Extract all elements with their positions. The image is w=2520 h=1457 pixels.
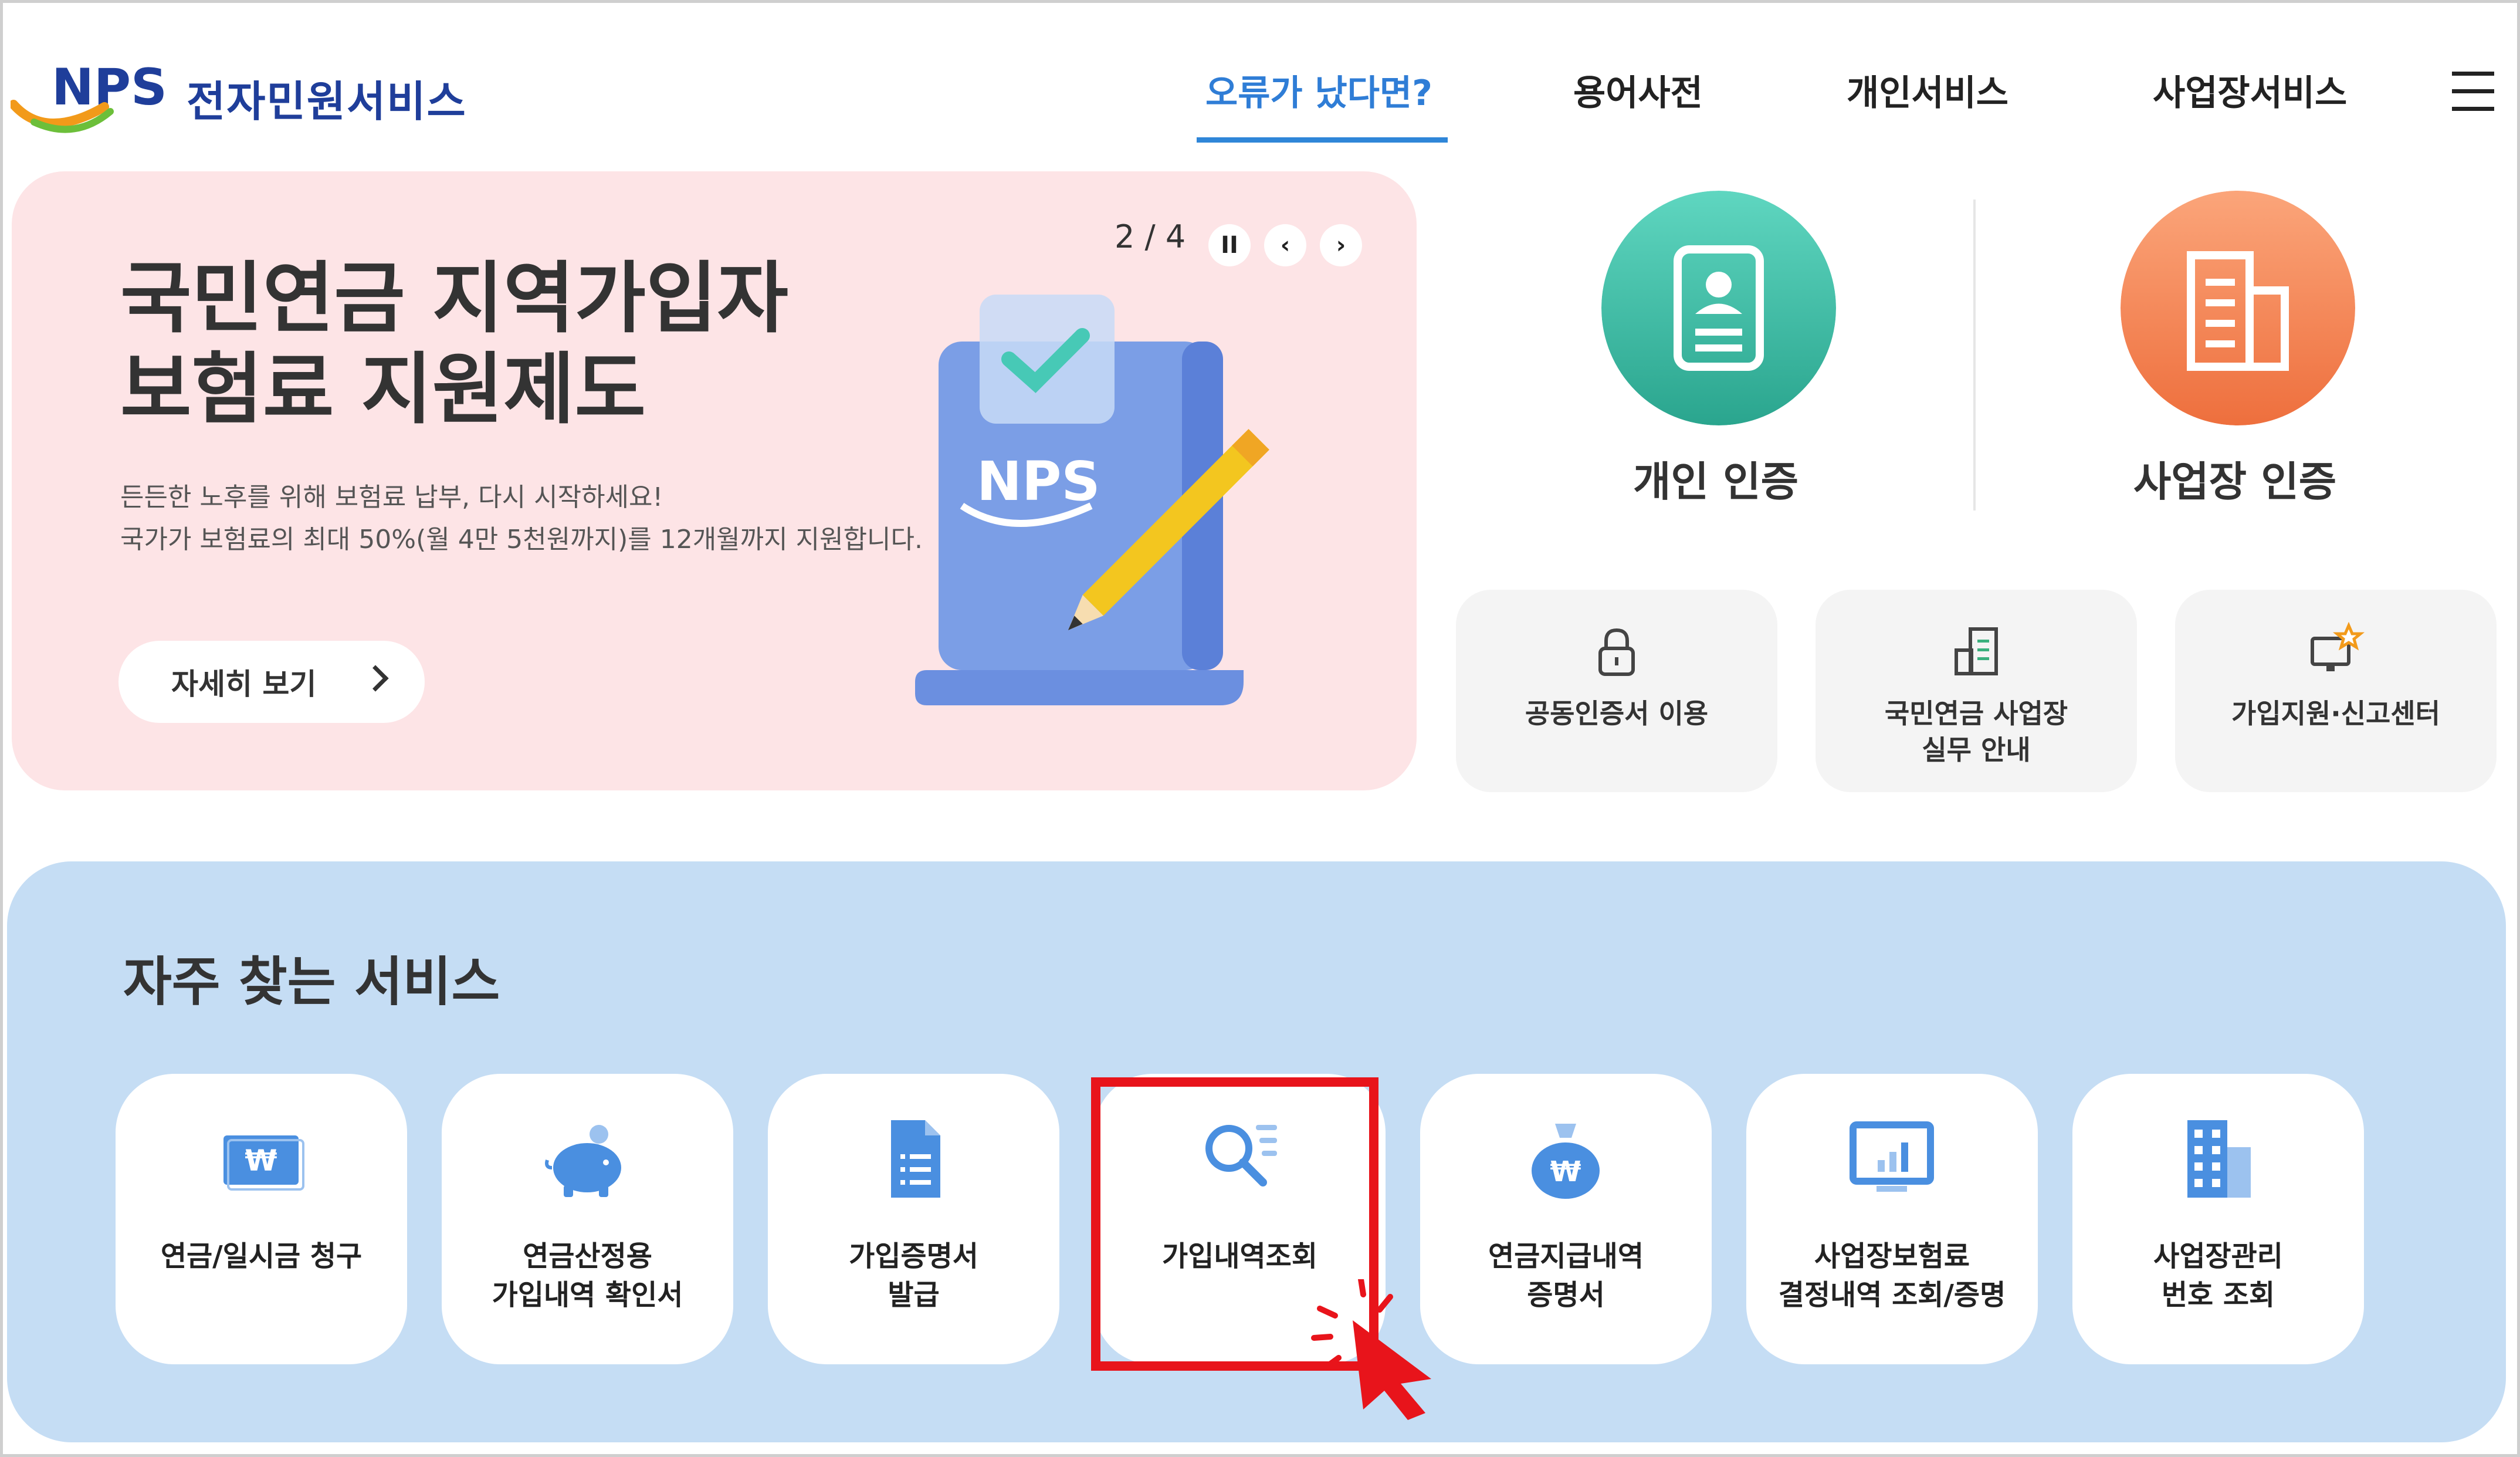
hamburger-icon[interactable] — [2452, 72, 2494, 111]
next-slide-button[interactable]: › — [1320, 224, 1362, 266]
tile-business-guide[interactable]: 국민연금 사업장 실무 안내 — [1816, 590, 2137, 792]
nps-logo[interactable]: NPS 전자민원서비스 — [11, 59, 468, 147]
office-building-icon — [2187, 1120, 2251, 1198]
personal-certification[interactable]: 개인 인증 — [1510, 191, 1921, 519]
monitor-star-icon — [2311, 622, 2365, 671]
service-business-id-lookup[interactable]: 사업장관리 번호 조회 — [2072, 1074, 2364, 1364]
nav-business-service[interactable]: 사업장서비스 — [2153, 65, 2347, 123]
document-icon — [891, 1120, 940, 1198]
business-certification-label: 사업장 인증 — [2133, 458, 2337, 506]
svg-text:NPS: NPS — [977, 450, 1100, 513]
won-bill-icon: ₩ — [223, 1135, 304, 1191]
svg-text:₩: ₩ — [245, 1144, 277, 1178]
promo-banner[interactable]: 국민연금 지역가입자 보험료 지원제도 든든한 노후를 위해 보험료 납부, 다… — [12, 171, 1417, 790]
svg-text:NPS: NPS — [52, 59, 167, 117]
money-bag-icon: ₩ — [1532, 1124, 1600, 1199]
tile-joint-certificate[interactable]: 공동인증서 이용 — [1456, 590, 1777, 792]
service-membership-certificate[interactable]: 가입증명서 발급 — [768, 1074, 1059, 1364]
nav-glossary[interactable]: 용어사전 — [1573, 65, 1703, 123]
pause-button[interactable]: II — [1208, 224, 1251, 266]
tile-support-center[interactable]: 가입지원·신고센터 — [2175, 590, 2497, 792]
svg-text:₩: ₩ — [1550, 1155, 1581, 1188]
document-building-icon — [1955, 627, 1998, 675]
frequent-services-title: 자주 찾는 서비스 — [123, 951, 500, 1013]
divider — [1973, 200, 1976, 511]
piggy-bank-icon — [545, 1125, 621, 1197]
logo-text: 전자민원서비스 — [187, 77, 467, 126]
service-pension-calc-certificate[interactable]: 연금산정용 가입내역 확인서 — [442, 1074, 733, 1364]
lock-icon — [1598, 628, 1635, 676]
banner-description: 든든한 노후를 위해 보험료 납부, 다시 시작하세요! 국가가 보험료의 최대… — [120, 482, 923, 555]
chevron-right-icon — [362, 665, 389, 692]
more-details-button[interactable]: 자세히 보기 — [118, 641, 425, 723]
slide-counter: 2 / 4 — [1115, 218, 1186, 255]
personal-certification-label: 개인 인증 — [1633, 458, 1798, 506]
chart-monitor-icon — [1850, 1121, 1934, 1192]
document-pencil-illustration: NPS — [915, 295, 1269, 705]
business-certification[interactable]: 사업장 인증 — [2030, 191, 2440, 519]
service-pension-payment-certificate[interactable]: ₩ 연금지급내역 증명서 — [1420, 1074, 1712, 1364]
nps-logo-icon: NPS — [11, 59, 167, 133]
nav-personal-service[interactable]: 개인서비스 — [1847, 65, 2008, 123]
service-pension-claim[interactable]: ₩ 연금/일시금 청구 — [116, 1074, 407, 1364]
building-icon — [2121, 191, 2355, 425]
id-card-icon — [1601, 191, 1836, 425]
nav-active-underline — [1197, 137, 1448, 143]
banner-title: 국민연금 지역가입자 보험료 지원제도 — [120, 253, 788, 435]
prev-slide-button[interactable]: ‹ — [1264, 224, 1306, 266]
nav-error-help[interactable]: 오류가 났다면? — [1205, 65, 1432, 123]
service-business-premium-decision[interactable]: 사업장보험료 결정내역 조회/증명 — [1746, 1074, 2038, 1364]
pointer-cursor-icon — [1311, 1279, 1431, 1420]
